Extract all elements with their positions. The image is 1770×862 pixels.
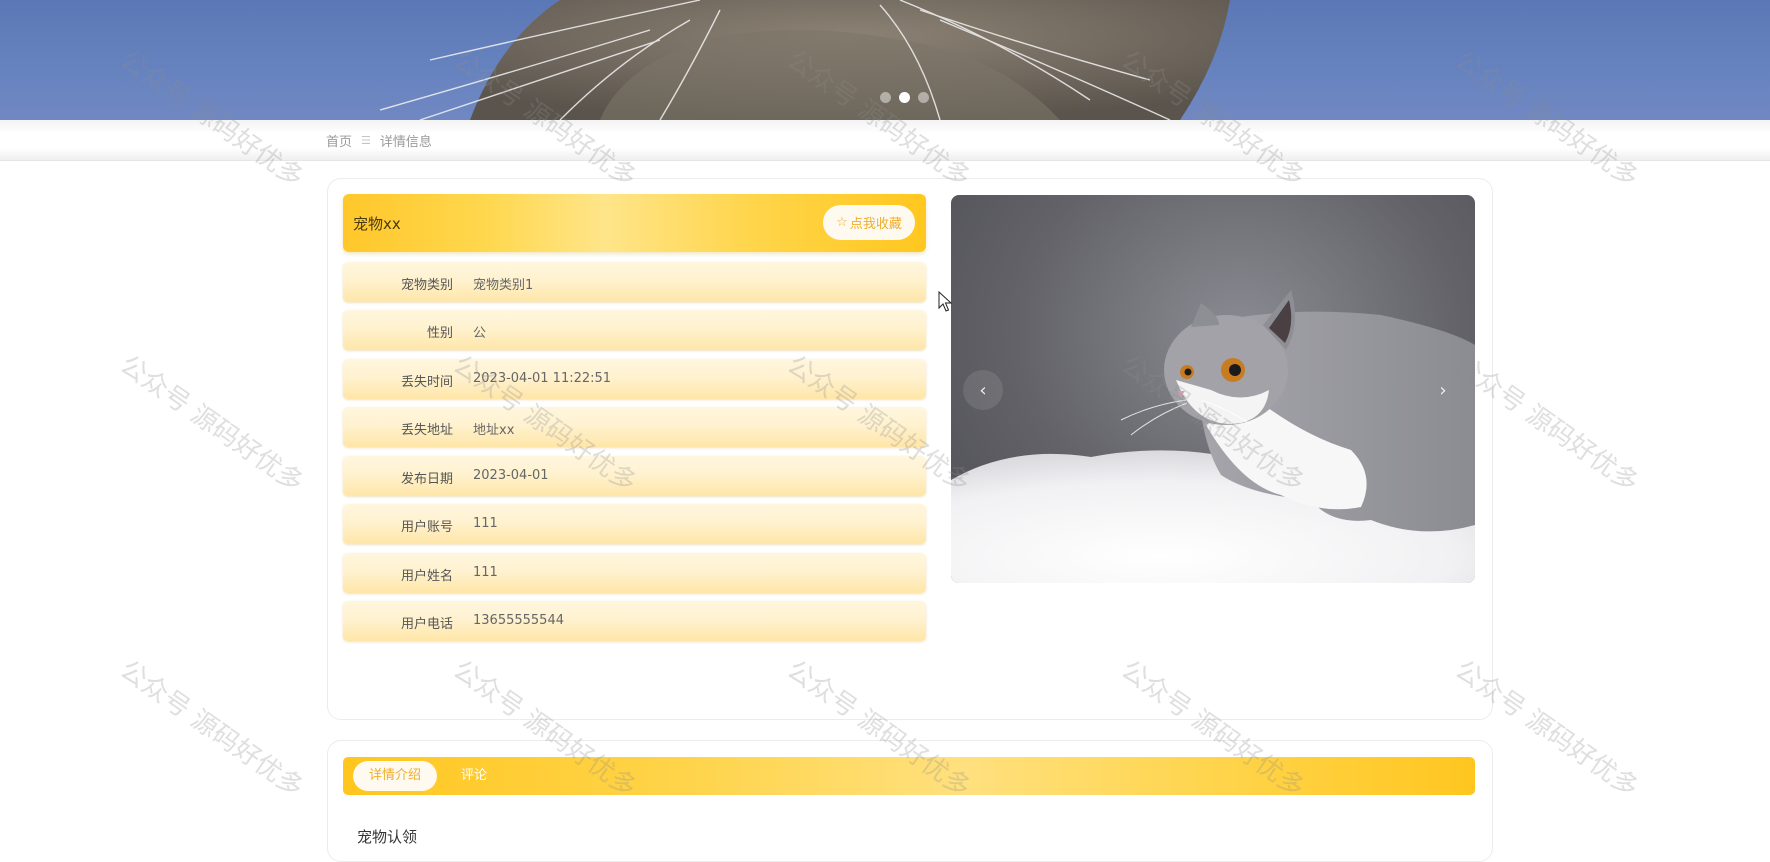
field-label: 丢失时间 bbox=[400, 375, 453, 390]
field-value: 2023-04-01 bbox=[473, 468, 549, 483]
field-row-publish-date: 发布日期 2023-04-01 bbox=[343, 456, 926, 496]
field-value: 公 bbox=[473, 326, 487, 341]
pet-title: 宠物xx bbox=[353, 215, 401, 233]
mouse-cursor-icon bbox=[938, 291, 952, 312]
banner-dot-1[interactable] bbox=[880, 92, 891, 103]
field-label: 发布日期 bbox=[400, 472, 453, 487]
tab-comments[interactable]: 评论 bbox=[461, 761, 487, 791]
watermark: 公众号 源码好优多 bbox=[114, 654, 309, 804]
tab-details[interactable]: 详情介绍 bbox=[353, 761, 437, 791]
field-label: 用户电话 bbox=[400, 617, 453, 632]
field-row-user-account: 用户账号 111 bbox=[343, 504, 926, 544]
field-row-user-phone: 用户电话 13655555544 bbox=[343, 601, 926, 641]
field-row-lost-address: 丢失地址 地址xx bbox=[343, 407, 926, 447]
field-label: 性别 bbox=[426, 326, 453, 341]
field-row-lost-time: 丢失时间 2023-04-01 11:22:51 bbox=[343, 359, 926, 399]
watermark: 公众号 源码好优多 bbox=[114, 349, 309, 499]
carousel-prev-button[interactable]: ‹ bbox=[963, 370, 1003, 410]
tabs-bar: 详情介绍 评论 bbox=[343, 757, 1475, 795]
field-value: 2023-04-01 11:22:51 bbox=[473, 371, 612, 386]
carousel-next-button[interactable]: › bbox=[1423, 370, 1463, 410]
breadcrumb-current: 详情信息 bbox=[379, 135, 432, 150]
detail-title-bar: 宠物xx ☆ 点我收藏 bbox=[343, 194, 926, 252]
favorite-button[interactable]: ☆ 点我收藏 bbox=[823, 205, 915, 240]
field-value: 111 bbox=[473, 565, 498, 580]
breadcrumb-home-link[interactable]: 首页 bbox=[326, 131, 352, 150]
field-value: 宠物类别1 bbox=[473, 278, 534, 293]
breadcrumb: 首页 ☰ 详情信息 bbox=[326, 131, 432, 150]
favorite-button-label: 点我收藏 bbox=[849, 217, 902, 232]
field-label: 用户姓名 bbox=[400, 569, 453, 584]
field-label: 丢失地址 bbox=[400, 423, 453, 438]
field-value: 地址xx bbox=[473, 423, 515, 438]
field-row-pet-category: 宠物类别 宠物类别1 bbox=[343, 262, 926, 302]
breadcrumb-bar: 首页 ☰ 详情信息 bbox=[0, 120, 1770, 161]
field-label: 宠物类别 bbox=[400, 278, 453, 293]
banner-dot-2[interactable] bbox=[899, 92, 910, 103]
pet-image-carousel[interactable]: ‹ › bbox=[951, 195, 1475, 583]
field-value: 111 bbox=[473, 516, 498, 531]
pet-photo bbox=[951, 290, 1475, 583]
banner-dot-3[interactable] bbox=[918, 92, 929, 103]
breadcrumb-separator-icon: ☰ bbox=[361, 134, 371, 147]
field-row-user-name: 用户姓名 111 bbox=[343, 553, 926, 593]
field-label: 用户账号 bbox=[400, 520, 453, 535]
field-row-gender: 性别 公 bbox=[343, 310, 926, 350]
banner-pagination bbox=[880, 92, 929, 103]
content-heading: 宠物认领 bbox=[357, 828, 418, 846]
star-icon: ☆ bbox=[836, 215, 848, 230]
banner-carousel[interactable] bbox=[0, 0, 1770, 120]
field-value: 13655555544 bbox=[473, 613, 564, 628]
